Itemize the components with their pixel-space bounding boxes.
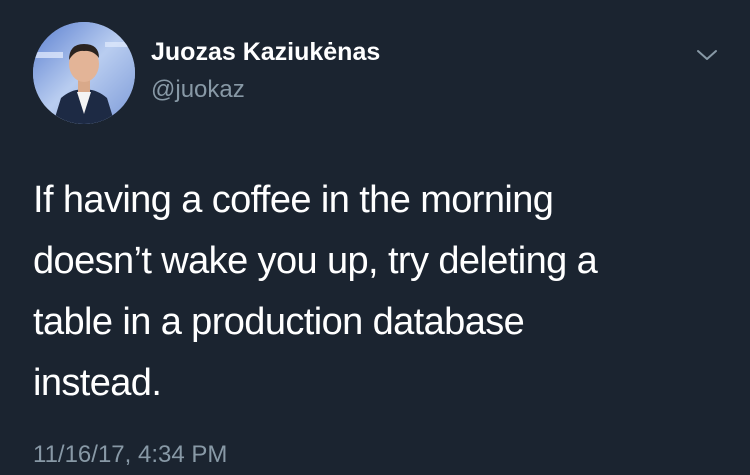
avatar[interactable] xyxy=(33,22,135,124)
author-handle[interactable]: @juokaz xyxy=(151,76,245,104)
chevron-down-icon[interactable] xyxy=(690,40,724,70)
tweet-timestamp[interactable]: 11/16/17, 4:34 PM xyxy=(33,441,227,469)
profile-photo-icon xyxy=(33,22,135,124)
tweet-text: If having a coffee in the morning doesn’… xyxy=(33,170,723,414)
tweet-text-line: If having a coffee in the morning xyxy=(33,179,554,221)
tweet-card: Juozas Kaziukėnas @juokaz If having a co… xyxy=(0,0,750,475)
tweet-text-line: instead. xyxy=(33,362,162,404)
author-display-name[interactable]: Juozas Kaziukėnas xyxy=(151,38,380,67)
tweet-text-line: table in a production database xyxy=(33,301,525,343)
tweet-text-line: doesn’t wake you up, try deleting a xyxy=(33,240,598,282)
